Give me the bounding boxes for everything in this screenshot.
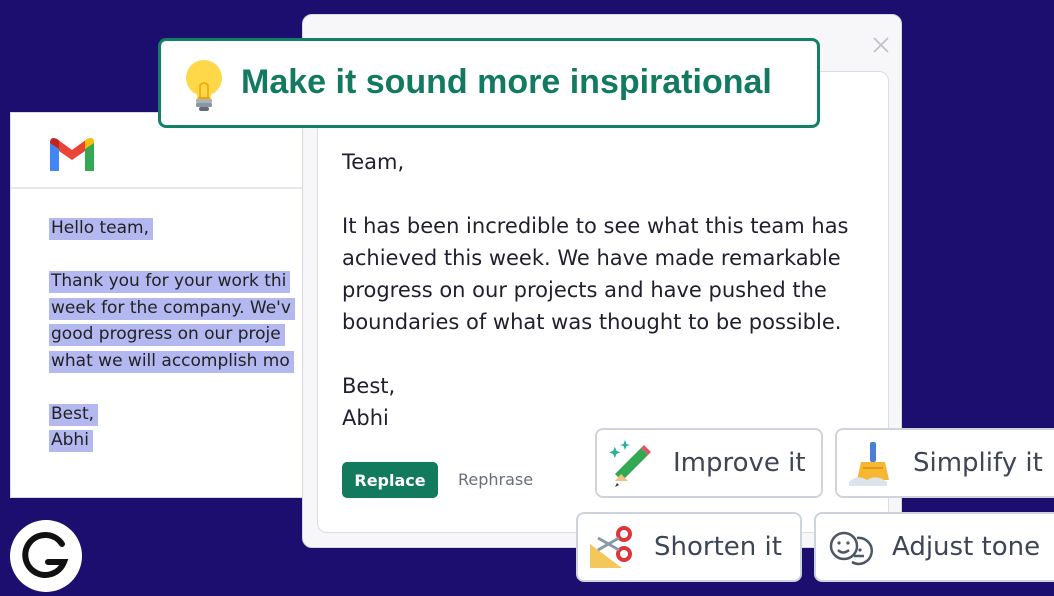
shorten-it-label: Shorten it xyxy=(654,532,782,562)
gmail-blank-line xyxy=(49,242,295,269)
gmail-blank-line xyxy=(49,374,295,401)
greeting: Team, xyxy=(342,150,405,174)
shorten-it-button[interactable]: Shorten it xyxy=(576,512,802,582)
prompt-text: Make it sound more inspirational xyxy=(241,63,772,101)
lightbulb-icon xyxy=(186,60,222,111)
gmail-logo xyxy=(50,138,94,171)
prompt-banner: Make it sound more inspirational xyxy=(158,38,820,128)
improve-it-button[interactable]: Improve it xyxy=(595,428,823,498)
gmail-line: week for the company. We'v xyxy=(49,295,295,322)
gmail-compose-card: Hello team, Thank you for your work thi … xyxy=(10,112,310,498)
gmail-body-text[interactable]: Hello team, Thank you for your work thi … xyxy=(49,215,295,454)
simplify-it-label: Simplify it xyxy=(913,448,1043,478)
gmail-line: Best, xyxy=(49,401,295,428)
scissors-icon xyxy=(590,526,632,568)
gmail-line: Thank you for your work thi xyxy=(49,268,295,295)
close-icon[interactable] xyxy=(871,35,891,55)
gmail-line: Hello team, xyxy=(49,215,295,242)
adjust-tone-label: Adjust tone xyxy=(892,532,1041,562)
rephrase-button[interactable]: Rephrase xyxy=(458,462,533,498)
signoff: Best, xyxy=(342,374,396,398)
grammarly-g-icon xyxy=(22,532,69,578)
improve-it-label: Improve it xyxy=(673,448,806,478)
replace-button[interactable]: Replace xyxy=(342,462,438,498)
adjust-tone-button[interactable]: Adjust tone xyxy=(814,512,1054,582)
gmail-line: what we will accomplish mo xyxy=(49,348,295,375)
gmail-line: good progress on our proje xyxy=(49,321,295,348)
gmail-line: Abhi xyxy=(49,427,295,454)
paragraph: It has been incredible to see what this … xyxy=(342,214,849,334)
pencil-sparkle-icon xyxy=(609,440,651,487)
faces-icon xyxy=(829,531,873,566)
broom-icon xyxy=(849,442,889,486)
grammarly-logo xyxy=(10,520,82,592)
suggested-text: Team, It has been incredible to see what… xyxy=(342,146,882,434)
simplify-it-button[interactable]: Simplify it xyxy=(835,428,1054,498)
